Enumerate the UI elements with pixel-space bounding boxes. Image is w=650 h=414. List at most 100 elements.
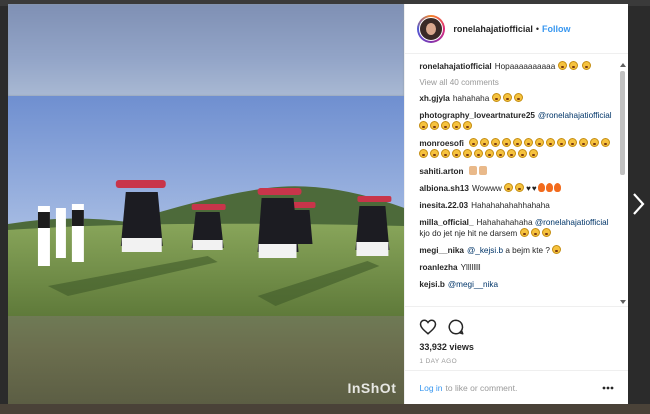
caption-username[interactable]: ronelahajatiofficial — [419, 62, 491, 71]
emoji-icon — [430, 149, 440, 158]
emoji-icon — [552, 245, 562, 254]
comment-username[interactable]: xh.gjyla — [419, 94, 450, 103]
emoji-icon — [507, 149, 517, 158]
emoji-icon — [441, 121, 451, 130]
backdrop-bottom — [0, 404, 650, 414]
emoji-icon — [601, 138, 611, 147]
thumbs-up-icon — [468, 166, 477, 175]
list-item: albiona.sh13 Wowww ♥♥ — [419, 183, 617, 194]
list-item: xh.gjyla hahahaha — [419, 93, 617, 104]
emoji-icon — [419, 149, 429, 158]
emoji-icon — [590, 138, 600, 147]
emoji-icon — [557, 61, 567, 70]
emoji-icon — [519, 228, 529, 237]
emoji-icon — [579, 138, 589, 147]
emoji-icon — [581, 61, 591, 70]
emoji-icon — [485, 149, 495, 158]
fire-icon — [553, 183, 561, 192]
list-item: monroesofi — [419, 138, 617, 160]
comment-username[interactable]: kejsi.b — [419, 280, 445, 289]
next-post-arrow-icon[interactable] — [628, 190, 648, 218]
post-header: ronelahajatiofficial • Follow — [405, 4, 628, 54]
post-actions: 33,932 views 1 DAY AGO Log in to like or… — [405, 306, 629, 404]
emoji-icon — [515, 183, 525, 192]
comment-text: Hahahahahaha — [476, 218, 533, 227]
emoji-icon — [480, 138, 490, 147]
emoji-icon — [491, 93, 501, 102]
emoji-icon — [441, 149, 451, 158]
comment-text: Wowww — [471, 184, 502, 193]
thumbs-up-icon — [478, 166, 487, 175]
comment-text: Yllllllll — [460, 263, 481, 272]
emoji-icon — [513, 138, 523, 147]
scroll-thumb[interactable] — [620, 71, 625, 175]
emoji-icon — [469, 138, 479, 147]
emoji-icon — [568, 138, 578, 147]
emoji-icon — [463, 121, 473, 130]
list-item: roanlezha Yllllllll — [419, 262, 617, 273]
view-all-comments-link[interactable]: View all 40 comments — [419, 78, 617, 87]
comments-scrollbar[interactable] — [619, 61, 626, 305]
video-blur-bottom — [8, 316, 405, 404]
heart-icon: ♥ — [531, 184, 537, 193]
comment-username[interactable]: inesita.22.03 — [419, 201, 468, 210]
caption-text: Hopaaaaaaaaaa — [494, 62, 556, 71]
emoji-icon — [452, 149, 462, 158]
emoji-icon — [541, 228, 551, 237]
emoji-icon — [557, 138, 567, 147]
scroll-down-arrow-icon[interactable] — [619, 298, 626, 305]
view-count[interactable]: 33,932 views — [405, 336, 628, 352]
emoji-icon — [529, 149, 539, 158]
post-timestamp[interactable]: 1 DAY AGO — [405, 352, 628, 365]
post-video[interactable]: InShOt — [8, 4, 405, 404]
comment-username[interactable]: roanlezha — [419, 263, 457, 272]
action-icons — [405, 307, 628, 336]
emoji-icon — [502, 138, 512, 147]
emoji-icon — [496, 149, 506, 158]
emoji-icon — [452, 121, 462, 130]
post-modal: InShOt ronelahajatiofficial • Follow ron… — [8, 4, 629, 404]
emoji-icon — [513, 93, 523, 102]
video-blur-top — [8, 4, 405, 96]
post-sidebar: ronelahajatiofficial • Follow ronelahaja… — [404, 4, 629, 404]
comment-username[interactable]: albiona.sh13 — [419, 184, 469, 193]
login-link[interactable]: Log in — [419, 383, 442, 393]
header-username[interactable]: ronelahajatiofficial — [453, 24, 533, 34]
more-options-icon[interactable] — [602, 386, 614, 390]
comment-mention[interactable]: @_kejsi.b — [467, 246, 503, 255]
fire-icon — [545, 183, 553, 192]
heart-icon: ♥ — [526, 184, 531, 193]
comments-list[interactable]: ronelahajatiofficial Hopaaaaaaaaaa View a… — [405, 61, 617, 305]
emoji-icon — [491, 138, 501, 147]
list-item: kejsi.b @megi__nika — [419, 279, 617, 290]
caption: ronelahajatiofficial Hopaaaaaaaaaa — [419, 61, 617, 72]
comment-mention[interactable]: @ronelahajatiofficial — [535, 218, 609, 227]
comment-mention[interactable]: @megi__nika — [448, 280, 498, 289]
heart-outline-icon[interactable] — [419, 318, 437, 336]
comment-username[interactable]: megi__nika — [419, 246, 464, 255]
emoji-icon — [419, 121, 429, 130]
comment-text: hahahaha — [452, 94, 490, 103]
login-prompt: Log in to like or comment. — [405, 370, 629, 404]
comment-username[interactable]: monroesofi — [419, 139, 464, 148]
avatar[interactable] — [417, 14, 446, 43]
comment-username[interactable]: sahiti.arton — [419, 167, 463, 176]
emoji-icon — [502, 93, 512, 102]
emoji-icon — [504, 183, 514, 192]
list-item: milla_official_ Hahahahahaha @ronelahajat… — [419, 217, 617, 239]
scroll-up-arrow-icon[interactable] — [619, 61, 626, 68]
list-item: inesita.22.03 Hahahahahahhahaha — [419, 200, 617, 211]
login-suffix: to like or comment. — [445, 382, 518, 393]
avatar-image — [419, 16, 444, 41]
list-item: sahiti.arton — [419, 166, 617, 177]
comment-username[interactable]: photography_loveartnature25 — [419, 111, 535, 120]
emoji-icon — [518, 149, 528, 158]
comment-mention[interactable]: @ronelahajatiofficial — [538, 111, 612, 120]
fire-icon — [537, 183, 545, 192]
comment-username[interactable]: milla_official_ — [419, 218, 473, 227]
comment-bubble-icon[interactable] — [447, 318, 465, 336]
comment-text: Hahahahahahhahaha — [471, 201, 550, 210]
list-item: photography_loveartnature25 @ronelahajati… — [419, 110, 617, 132]
follow-button[interactable]: Follow — [542, 24, 571, 34]
header-separator: • — [535, 23, 540, 34]
